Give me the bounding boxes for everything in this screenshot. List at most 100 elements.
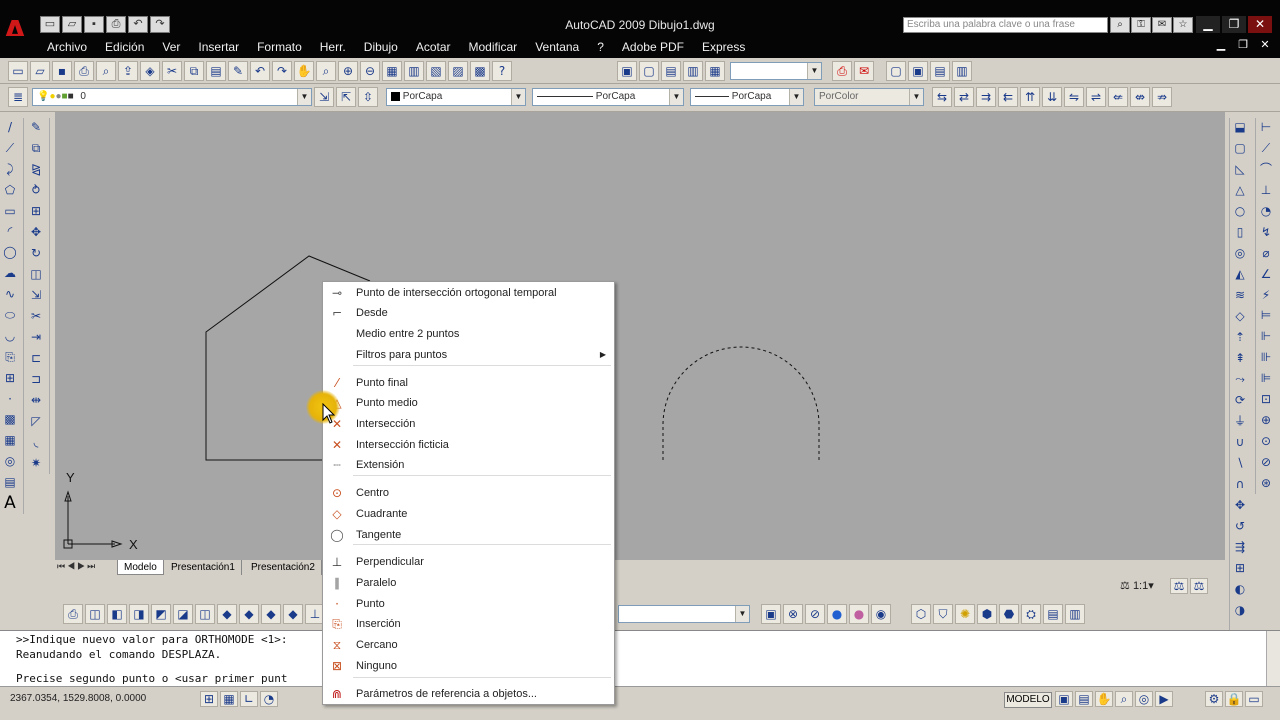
layer-merge-icon[interactable]: ⇎ (1130, 87, 1150, 107)
lock-icon[interactable]: 🔒 (1225, 691, 1243, 707)
subtract-icon[interactable]: ∖ (1230, 454, 1250, 474)
osnap-menu-item[interactable]: ◯ Tangente (323, 525, 614, 545)
properties-icon[interactable]: ▦ (382, 61, 402, 81)
drawing-area[interactable]: Y X (55, 112, 1225, 560)
break-at-point-icon[interactable]: ⊏ (26, 349, 46, 369)
cut-icon[interactable]: ✂ (162, 61, 182, 81)
revcloud-icon[interactable]: ☁ (0, 264, 20, 284)
annotation-scale[interactable]: ⚖ 1:1▾ (1120, 579, 1154, 592)
plot-preview-icon[interactable]: ⌕ (96, 61, 116, 81)
box-icon[interactable]: ▢ (1230, 139, 1250, 159)
loft-icon[interactable]: ⏚ (1230, 412, 1250, 432)
workspace-switch-icon[interactable]: ⚙ (1205, 691, 1223, 707)
inspection-icon[interactable]: ⊙ (1256, 432, 1276, 452)
nw-iso-icon[interactable]: ◆ (283, 604, 303, 624)
print-icon[interactable]: ⎙ (106, 16, 126, 33)
undo-tb-icon[interactable]: ↶ (250, 61, 270, 81)
right-view-icon[interactable]: ◩ (151, 604, 171, 624)
pan-icon[interactable]: ✋ (294, 61, 314, 81)
osnap-menu-item[interactable]: · Punto (323, 594, 614, 614)
color-select[interactable]: PorCapa ▼ (386, 88, 526, 106)
viewport-2-icon[interactable]: ▣ (908, 61, 928, 81)
dim-style-icon[interactable]: ▢ (639, 61, 659, 81)
save-icon[interactable]: ▪ (84, 16, 104, 33)
conceptual-icon[interactable]: ● (849, 604, 869, 624)
line-icon[interactable]: / (0, 118, 20, 138)
aligned-dim-icon[interactable]: ⟋ (1256, 139, 1276, 159)
insert-block-icon[interactable]: ⎘ (0, 348, 20, 368)
model-space-toggle[interactable]: MODELO (1004, 692, 1052, 708)
command-prompt-line[interactable]: Precise segundo punto o <usar primer pun… (16, 672, 288, 685)
thicken-icon[interactable]: ◑ (1230, 601, 1250, 621)
top-view-icon[interactable]: ◫ (85, 604, 105, 624)
rectangle-icon[interactable]: ▭ (0, 202, 20, 222)
ne-iso-icon[interactable]: ◆ (261, 604, 281, 624)
osnap-menu-item[interactable]: ⌐ Desde (323, 303, 614, 323)
layer-match-icon[interactable]: ⇆ (932, 87, 952, 107)
continue-icon[interactable]: ⊩ (1256, 327, 1276, 347)
render-icon[interactable]: ⛉ (933, 604, 953, 624)
osnap-menu-item[interactable]: ∥ Paralelo (323, 573, 614, 593)
copy-object-icon[interactable]: ⧉ (26, 139, 46, 159)
layer-manager-icon[interactable]: ≣ (8, 87, 28, 107)
osnap-menu-item[interactable]: ⊙ Centro (323, 483, 614, 503)
dim-break-icon[interactable]: ⊫ (1256, 369, 1276, 389)
cylinder-icon[interactable]: ▯ (1230, 223, 1250, 243)
linetype-select[interactable]: PorCapa ▼ (532, 88, 684, 106)
drawing-canvas[interactable] (55, 112, 1225, 560)
rotate-icon[interactable]: ↻ (26, 244, 46, 264)
arc-icon[interactable]: ◜ (0, 222, 20, 242)
tab-nav-arrows-icon[interactable]: ⏮◀▶⏭ (57, 561, 97, 572)
explode-icon[interactable]: ✷ (26, 454, 46, 474)
move-icon[interactable]: ✥ (26, 223, 46, 243)
viewport-1-icon[interactable]: ▢ (886, 61, 906, 81)
wedge-icon[interactable]: ◺ (1230, 160, 1250, 180)
menu-item-3[interactable]: Insertar (189, 36, 248, 58)
tool-palettes-icon[interactable]: ▧ (426, 61, 446, 81)
offset-icon[interactable]: ⥁ (26, 181, 46, 201)
make-current-icon[interactable]: ⇲ (314, 87, 334, 107)
qnew-icon[interactable]: ▭ (8, 61, 28, 81)
sw-iso-icon[interactable]: ◆ (217, 604, 237, 624)
dim-edit-icon[interactable]: ⊛ (1256, 474, 1276, 494)
osnap-menu-item[interactable]: ⁄ Punto final (323, 373, 614, 393)
status-zoom-icon[interactable]: ⌕ (1115, 691, 1133, 707)
diameter-icon[interactable]: ⌀ (1256, 244, 1276, 264)
polar-icon[interactable]: ◔ (260, 691, 278, 707)
quick-view-layouts-icon[interactable]: ▣ (1055, 691, 1073, 707)
baseline-icon[interactable]: ⊨ (1256, 306, 1276, 326)
menu-item-1[interactable]: Edición (96, 36, 153, 58)
radius-icon[interactable]: ◔ (1256, 202, 1276, 222)
extend-icon[interactable]: ⇥ (26, 328, 46, 348)
presspull-icon[interactable]: ⇞ (1230, 349, 1250, 369)
menu-item-9[interactable]: Ventana (526, 36, 588, 58)
pdf-icon[interactable]: ⎙ (832, 61, 852, 81)
mtext-icon[interactable]: A (0, 494, 20, 514)
menu-item-4[interactable]: Formato (248, 36, 311, 58)
text-style-icon[interactable]: ▣ (617, 61, 637, 81)
angular-icon[interactable]: ∠ (1256, 265, 1276, 285)
open-file-icon[interactable]: ▱ (30, 61, 50, 81)
tab-modelo[interactable]: Modelo (117, 560, 164, 575)
linear-dim-icon[interactable]: ⊢ (1256, 118, 1276, 138)
undo-icon[interactable]: ↶ (128, 16, 148, 33)
region-icon[interactable]: ◎ (0, 452, 20, 472)
materials-icon[interactable]: ⬢ (977, 604, 997, 624)
snap-icon[interactable]: ⊞ (200, 691, 218, 707)
se-iso-icon[interactable]: ◆ (239, 604, 259, 624)
doc-close-icon[interactable]: ✕ (1256, 38, 1274, 51)
help-icon[interactable]: ? (492, 61, 512, 81)
osnap-menu-item[interactable]: ⋒ Parámetros de referencia a objetos... (323, 684, 614, 704)
fillet-icon[interactable]: ◟ (26, 433, 46, 453)
sweep-icon[interactable]: ⤳ (1230, 370, 1250, 390)
union-icon[interactable]: ∪ (1230, 433, 1250, 453)
advanced-render-icon[interactable]: ▤ (1043, 604, 1063, 624)
save-file-icon[interactable]: ▪ (52, 61, 72, 81)
layer-walk-icon[interactable]: ⇍ (1108, 87, 1128, 107)
search-icon[interactable]: ⌕ (1110, 17, 1130, 33)
hide-icon[interactable]: ⬡ (911, 604, 931, 624)
command-window[interactable]: >>Indique nuevo valor para ORTHOMODE <1>… (0, 630, 1280, 687)
layer-isolate-icon[interactable]: ⇉ (976, 87, 996, 107)
menu-item-7[interactable]: Acotar (407, 36, 460, 58)
subscription-icon[interactable]: ⚿ (1131, 17, 1151, 33)
